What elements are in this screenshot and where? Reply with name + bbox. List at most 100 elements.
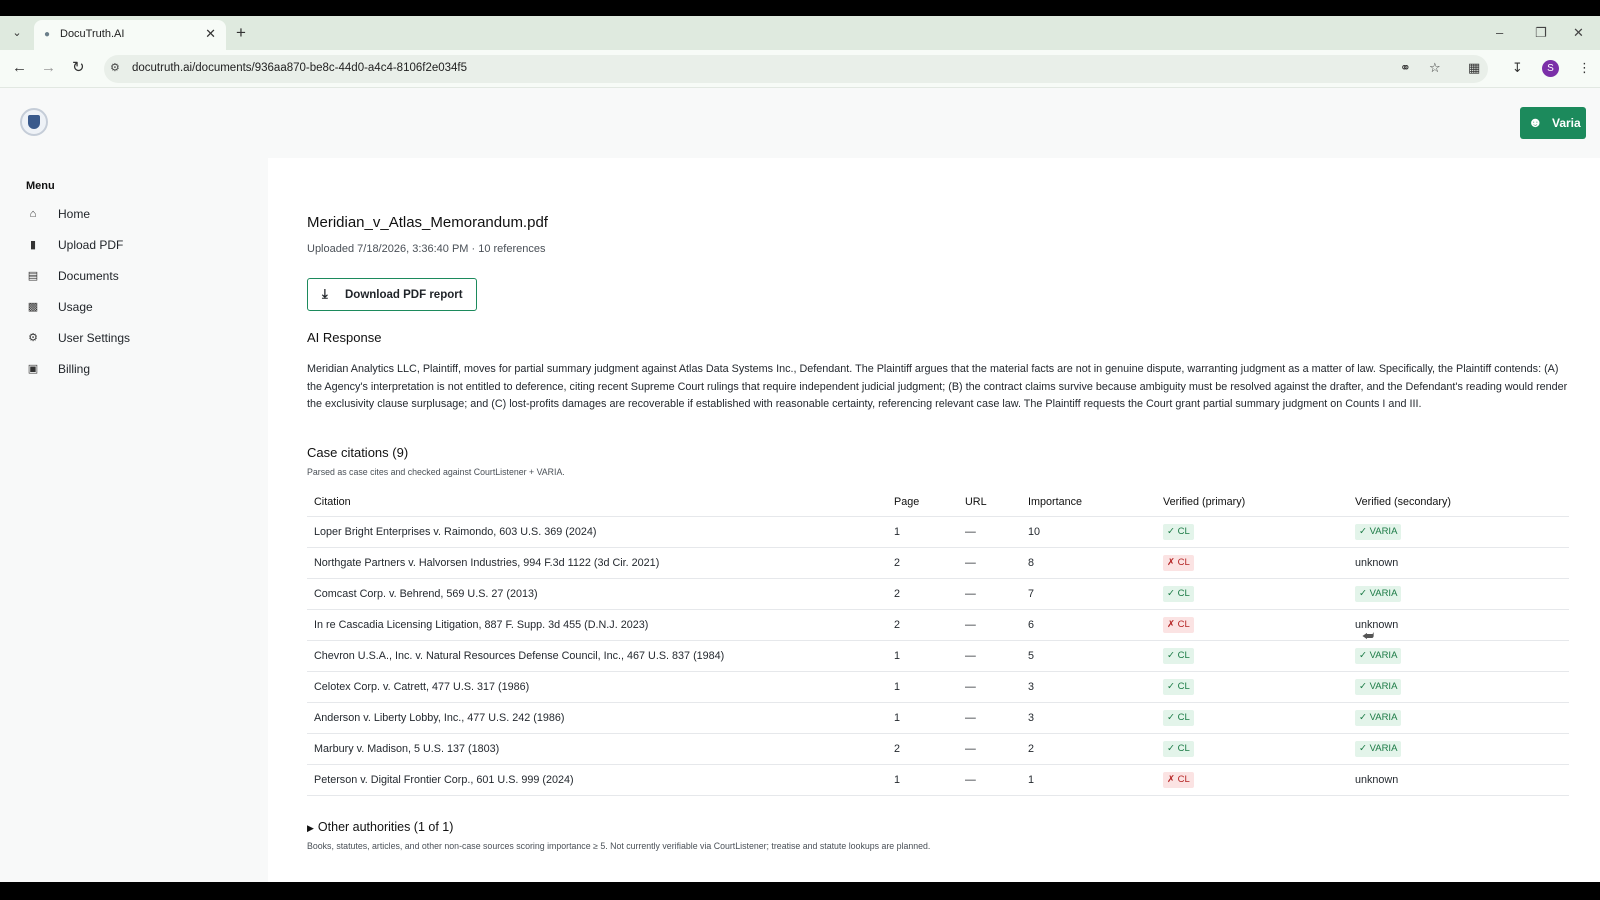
card-icon: ▣ — [27, 363, 39, 375]
citation-cell: Marbury v. Madison, 5 U.S. 137 (1803) — [307, 733, 887, 765]
url-cell: — — [958, 764, 1021, 796]
citation-cell: Anderson v. Liberty Lobby, Inc., 477 U.S… — [307, 702, 887, 734]
app-logo[interactable] — [20, 108, 48, 136]
page-cell: 1 — [887, 764, 958, 796]
restore-icon[interactable]: ❐ — [1535, 23, 1547, 43]
table-row: Anderson v. Liberty Lobby, Inc., 477 U.S… — [307, 702, 1569, 734]
download-button-label: Download PDF report — [345, 289, 463, 301]
importance-cell: 3 — [1021, 671, 1156, 703]
verified-badge: ✓ CL — [1163, 740, 1194, 757]
unverified-badge: ✗ CL — [1163, 554, 1194, 571]
case-citations-table: Citation Page URL Importance Verified (p… — [307, 489, 1569, 796]
table-header-row: Citation Page URL Importance Verified (p… — [307, 489, 1569, 517]
user-account-label: Varia — [1552, 116, 1581, 130]
case-citations-heading: Case citations (9) — [307, 445, 409, 460]
ai-response-text: Meridian Analytics LLC, Plaintiff, moves… — [307, 363, 1568, 410]
sidebar-item-upload-pdf[interactable]: ▮ Upload PDF — [26, 235, 246, 257]
page-cell: 2 — [887, 609, 958, 641]
verified-primary-cell: ✗ CL — [1156, 764, 1348, 796]
minimize-icon[interactable]: – — [1496, 23, 1503, 43]
sidebar-item-user-settings[interactable]: ⚙ User Settings — [26, 328, 246, 350]
document-meta: Uploaded 7/18/2026, 3:36:40 PM · 10 refe… — [307, 243, 546, 255]
browser-menu-icon[interactable]: ⋮ — [1578, 60, 1591, 76]
verified-badge: ✓ CL — [1163, 523, 1194, 540]
verified-secondary-cell: ✓ VARIA — [1348, 702, 1569, 734]
page-cell: 2 — [887, 547, 958, 579]
importance-cell: 8 — [1021, 547, 1156, 579]
tab-search-chevron-icon[interactable]: ⌄ — [8, 24, 26, 42]
sidebar-item-label: Upload PDF — [58, 238, 124, 252]
shield-logo-icon — [28, 115, 40, 129]
verified-badge: ✓ VARIA — [1355, 709, 1402, 726]
disclosure-triangle-icon: ▶ — [307, 823, 314, 833]
site-info-icon[interactable]: ⚙ — [110, 61, 120, 74]
ai-response-heading: AI Response — [307, 330, 382, 345]
sidebar: Menu ⌂ Home ▮ Upload PDF ▤ Documents ▩ U… — [0, 158, 268, 882]
column-header-importance: Importance — [1021, 489, 1156, 517]
gear-icon: ⚙ — [28, 332, 38, 344]
extensions-icon[interactable]: ▦ — [1468, 60, 1480, 76]
user-account-button[interactable]: ☻ Varia — [1520, 107, 1586, 139]
page-cell: 1 — [887, 702, 958, 734]
citation-cell: Loper Bright Enterprises v. Raimondo, 60… — [307, 516, 887, 548]
browser-tab-active[interactable]: ● DocuTruth.AI ✕ — [34, 20, 226, 50]
table-row: Comcast Corp. v. Behrend, 569 U.S. 27 (2… — [307, 578, 1569, 610]
verified-secondary-cell: unknown — [1348, 547, 1569, 579]
sidebar-item-documents[interactable]: ▤ Documents — [26, 266, 246, 288]
password-key-icon[interactable]: ⚭ — [1400, 60, 1411, 76]
user-icon: ☻ — [1528, 114, 1543, 130]
table-row: In re Cascadia Licensing Litigation, 887… — [307, 609, 1569, 641]
bookmark-star-icon[interactable]: ☆ — [1429, 60, 1441, 76]
verified-secondary-cell: ✓ VARIA — [1348, 578, 1569, 610]
importance-cell: 6 — [1021, 609, 1156, 641]
citation-cell: In re Cascadia Licensing Litigation, 887… — [307, 609, 887, 641]
sidebar-item-usage[interactable]: ▩ Usage — [26, 297, 246, 319]
url-cell: — — [958, 609, 1021, 641]
home-icon: ⌂ — [29, 208, 37, 220]
sidebar-item-home[interactable]: ⌂ Home — [26, 204, 246, 226]
url-cell: — — [958, 547, 1021, 579]
verified-badge: ✓ VARIA — [1355, 740, 1402, 757]
importance-cell: 10 — [1021, 516, 1156, 548]
address-bar[interactable]: ⚙ docutruth.ai/documents/936aa870-be8c-4… — [104, 55, 1488, 83]
url-cell: — — [958, 671, 1021, 703]
verified-secondary-cell: ✓ VARIA — [1348, 733, 1569, 765]
reload-icon[interactable]: ↻ — [72, 59, 85, 77]
table-row: Chevron U.S.A., Inc. v. Natural Resource… — [307, 640, 1569, 672]
other-authorities-toggle[interactable]: ▶ Other authorities (1 of 1) — [307, 820, 453, 834]
column-header-verified-primary: Verified (primary) — [1156, 489, 1348, 517]
verified-badge: ✓ CL — [1163, 678, 1194, 695]
sidebar-item-label: Home — [58, 207, 91, 221]
verified-badge: ✓ CL — [1163, 647, 1194, 664]
verified-badge: ✓ VARIA — [1355, 585, 1402, 602]
verified-primary-cell: ✓ CL — [1156, 671, 1348, 703]
column-header-verified-secondary: Verified (secondary) — [1348, 489, 1569, 517]
new-tab-icon[interactable]: + — [236, 23, 246, 43]
verified-badge: ✓ VARIA — [1355, 523, 1402, 540]
citation-cell: Northgate Partners v. Halvorsen Industri… — [307, 547, 887, 579]
verified-primary-cell: ✓ CL — [1156, 733, 1348, 765]
column-header-url: URL — [958, 489, 1021, 517]
download-pdf-report-button[interactable]: ⤓ Download PDF report — [307, 278, 477, 311]
verified-primary-cell: ✗ CL — [1156, 609, 1348, 641]
close-window-icon[interactable]: ✕ — [1573, 23, 1584, 43]
site-favicon-icon: ● — [44, 29, 51, 40]
url-cell: — — [958, 733, 1021, 765]
importance-cell: 2 — [1021, 733, 1156, 765]
close-tab-icon[interactable]: ✕ — [205, 26, 216, 42]
profile-avatar[interactable]: S — [1542, 60, 1559, 77]
verified-primary-cell: ✗ CL — [1156, 547, 1348, 579]
address-url[interactable]: docutruth.ai/documents/936aa870-be8c-44d… — [132, 62, 467, 74]
column-header-page: Page — [887, 489, 958, 517]
sidebar-item-billing[interactable]: ▣ Billing — [26, 359, 246, 381]
verified-secondary-cell: ✓ VARIA — [1348, 671, 1569, 703]
case-citations-note: Parsed as case cites and checked against… — [307, 467, 565, 477]
browser-toolbar: ← → ↻ ⚙ docutruth.ai/documents/936aa870-… — [0, 50, 1600, 88]
forward-icon[interactable]: → — [41, 59, 56, 77]
page-cell: 2 — [887, 578, 958, 610]
table-row: Peterson v. Digital Frontier Corp., 601 … — [307, 764, 1569, 796]
download-icon[interactable]: ↧ — [1512, 60, 1523, 76]
document-title: Meridian_v_Atlas_Memorandum.pdf — [307, 214, 548, 231]
sidebar-item-label: User Settings — [58, 331, 131, 345]
back-icon[interactable]: ← — [12, 59, 27, 77]
